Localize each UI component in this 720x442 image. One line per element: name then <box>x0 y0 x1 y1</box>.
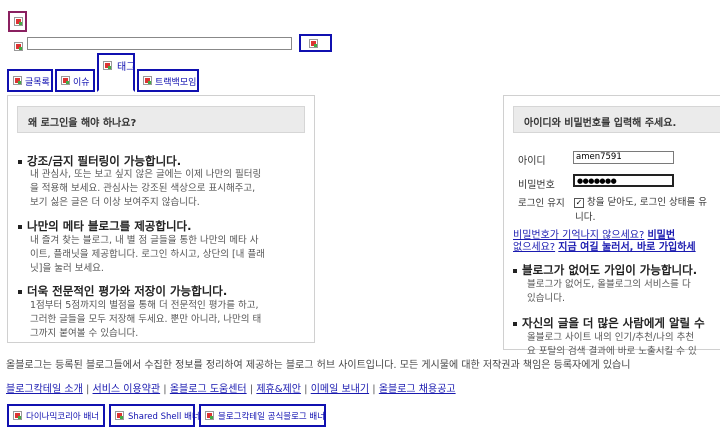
banner-shared-shell[interactable]: Shared Shell 배너 <box>109 404 200 427</box>
login-heading: 아이디와 비밀번호를 입력해 주세요. <box>513 106 720 133</box>
link-terms[interactable]: 서비스 이용약관 <box>93 384 161 395</box>
footer-notice: 올블로그는 등록된 블로그들에서 수집한 정보를 정리하여 제공하는 블로그 허… <box>6 360 631 371</box>
tab-issue[interactable]: 이슈 <box>55 69 95 92</box>
search-icon <box>309 39 318 48</box>
tab-trackback[interactable]: 트랙백모임 <box>137 69 199 92</box>
feature-desc: 내 관심사, 또는 보고 싶지 않은 글에는 이제 나만의 필터링 을 적용해 … <box>30 169 262 208</box>
broken-image-icon <box>61 76 70 85</box>
feature-desc: 1점부터 5점까지의 별점을 통해 더 전문적인 평가를 하고, 그러한 글들을… <box>30 300 262 339</box>
signup-link[interactable]: 없으세요? 지금 여길 눌러서, 바로 가입하세 <box>513 238 696 253</box>
banner-dynamic-korea[interactable]: 다이나믹코리아 배너 <box>7 404 105 427</box>
search-input[interactable] <box>27 37 292 50</box>
search-logo-icon <box>14 41 23 51</box>
keep-login-desc-2: 니다. <box>575 212 596 223</box>
keep-login-checkbox[interactable]: ✓ <box>574 198 584 208</box>
feature-title: 강조/금지 필터링이 가능합니다. <box>18 153 181 169</box>
login-panel: 아이디와 비밀번호를 입력해 주세요. <box>503 95 720 350</box>
tab-post-list[interactable]: 글목록 <box>7 69 53 92</box>
id-label: 아이디 <box>518 156 546 167</box>
link-partnership[interactable]: 제휴&제안 <box>256 384 301 395</box>
login-feature-desc: 올블로그 사이트 내의 인기/추천/나의 추천 요 포탈의 검색 결과에 바로 … <box>527 332 697 357</box>
tab-tag[interactable]: 태그 <box>97 53 135 92</box>
feature-title: 나만의 메타 블로그를 제공합니다. <box>18 218 192 234</box>
why-login-heading: 왜 로그인을 해야 하나요? <box>17 106 305 133</box>
login-feature-title: 블로그가 없어도 가입이 가능합니다. <box>513 262 697 278</box>
broken-image-icon <box>13 76 22 85</box>
keep-login-desc: 창을 닫아도, 로그인 상태를 유 <box>587 197 707 208</box>
banner-blogcocktail[interactable]: 블로그칵테일 공식블로그 배너 <box>199 404 326 427</box>
broken-image-icon <box>13 411 22 420</box>
password-label: 비밀번호 <box>518 180 555 191</box>
link-about[interactable]: 블로그칵테일 소개 <box>6 384 83 395</box>
feature-title: 더욱 전문적인 평가와 저장이 가능합니다. <box>18 283 227 299</box>
login-feature-desc: 블로그가 없어도, 올블로그의 서비스를 다 있습니다. <box>527 279 691 304</box>
broken-image-icon <box>14 17 23 26</box>
login-feature-title: 자신의 글을 더 많은 사람에게 알릴 수 <box>513 315 705 331</box>
why-login-panel: 왜 로그인을 해야 하나요? 강조/금지 필터링이 가능합니다. 내 관심사, … <box>7 95 315 343</box>
feature-desc: 내 즐겨 찾는 블로그, 내 별 점 글들을 통한 나만의 메타 사 이트, 플… <box>30 235 265 274</box>
footer-links: 블로그칵테일 소개 | 서비스 이용약관 | 올블로그 도움센터 | 제휴&제안… <box>6 384 456 395</box>
broken-image-icon <box>205 411 214 420</box>
broken-image-icon <box>115 411 124 420</box>
link-help[interactable]: 올블로그 도움센터 <box>170 384 247 395</box>
id-input[interactable]: amen7591 <box>573 151 674 164</box>
link-email[interactable]: 이메일 보내기 <box>311 384 369 395</box>
broken-image-icon <box>103 61 112 70</box>
search-button[interactable] <box>299 34 332 52</box>
keep-login-label: 로그인 유지 <box>518 198 565 209</box>
link-jobs[interactable]: 올블로그 채용공고 <box>379 384 456 395</box>
logo-image[interactable] <box>8 11 27 32</box>
password-input[interactable]: ●●●●●●● <box>573 174 674 187</box>
broken-image-icon <box>143 76 152 85</box>
